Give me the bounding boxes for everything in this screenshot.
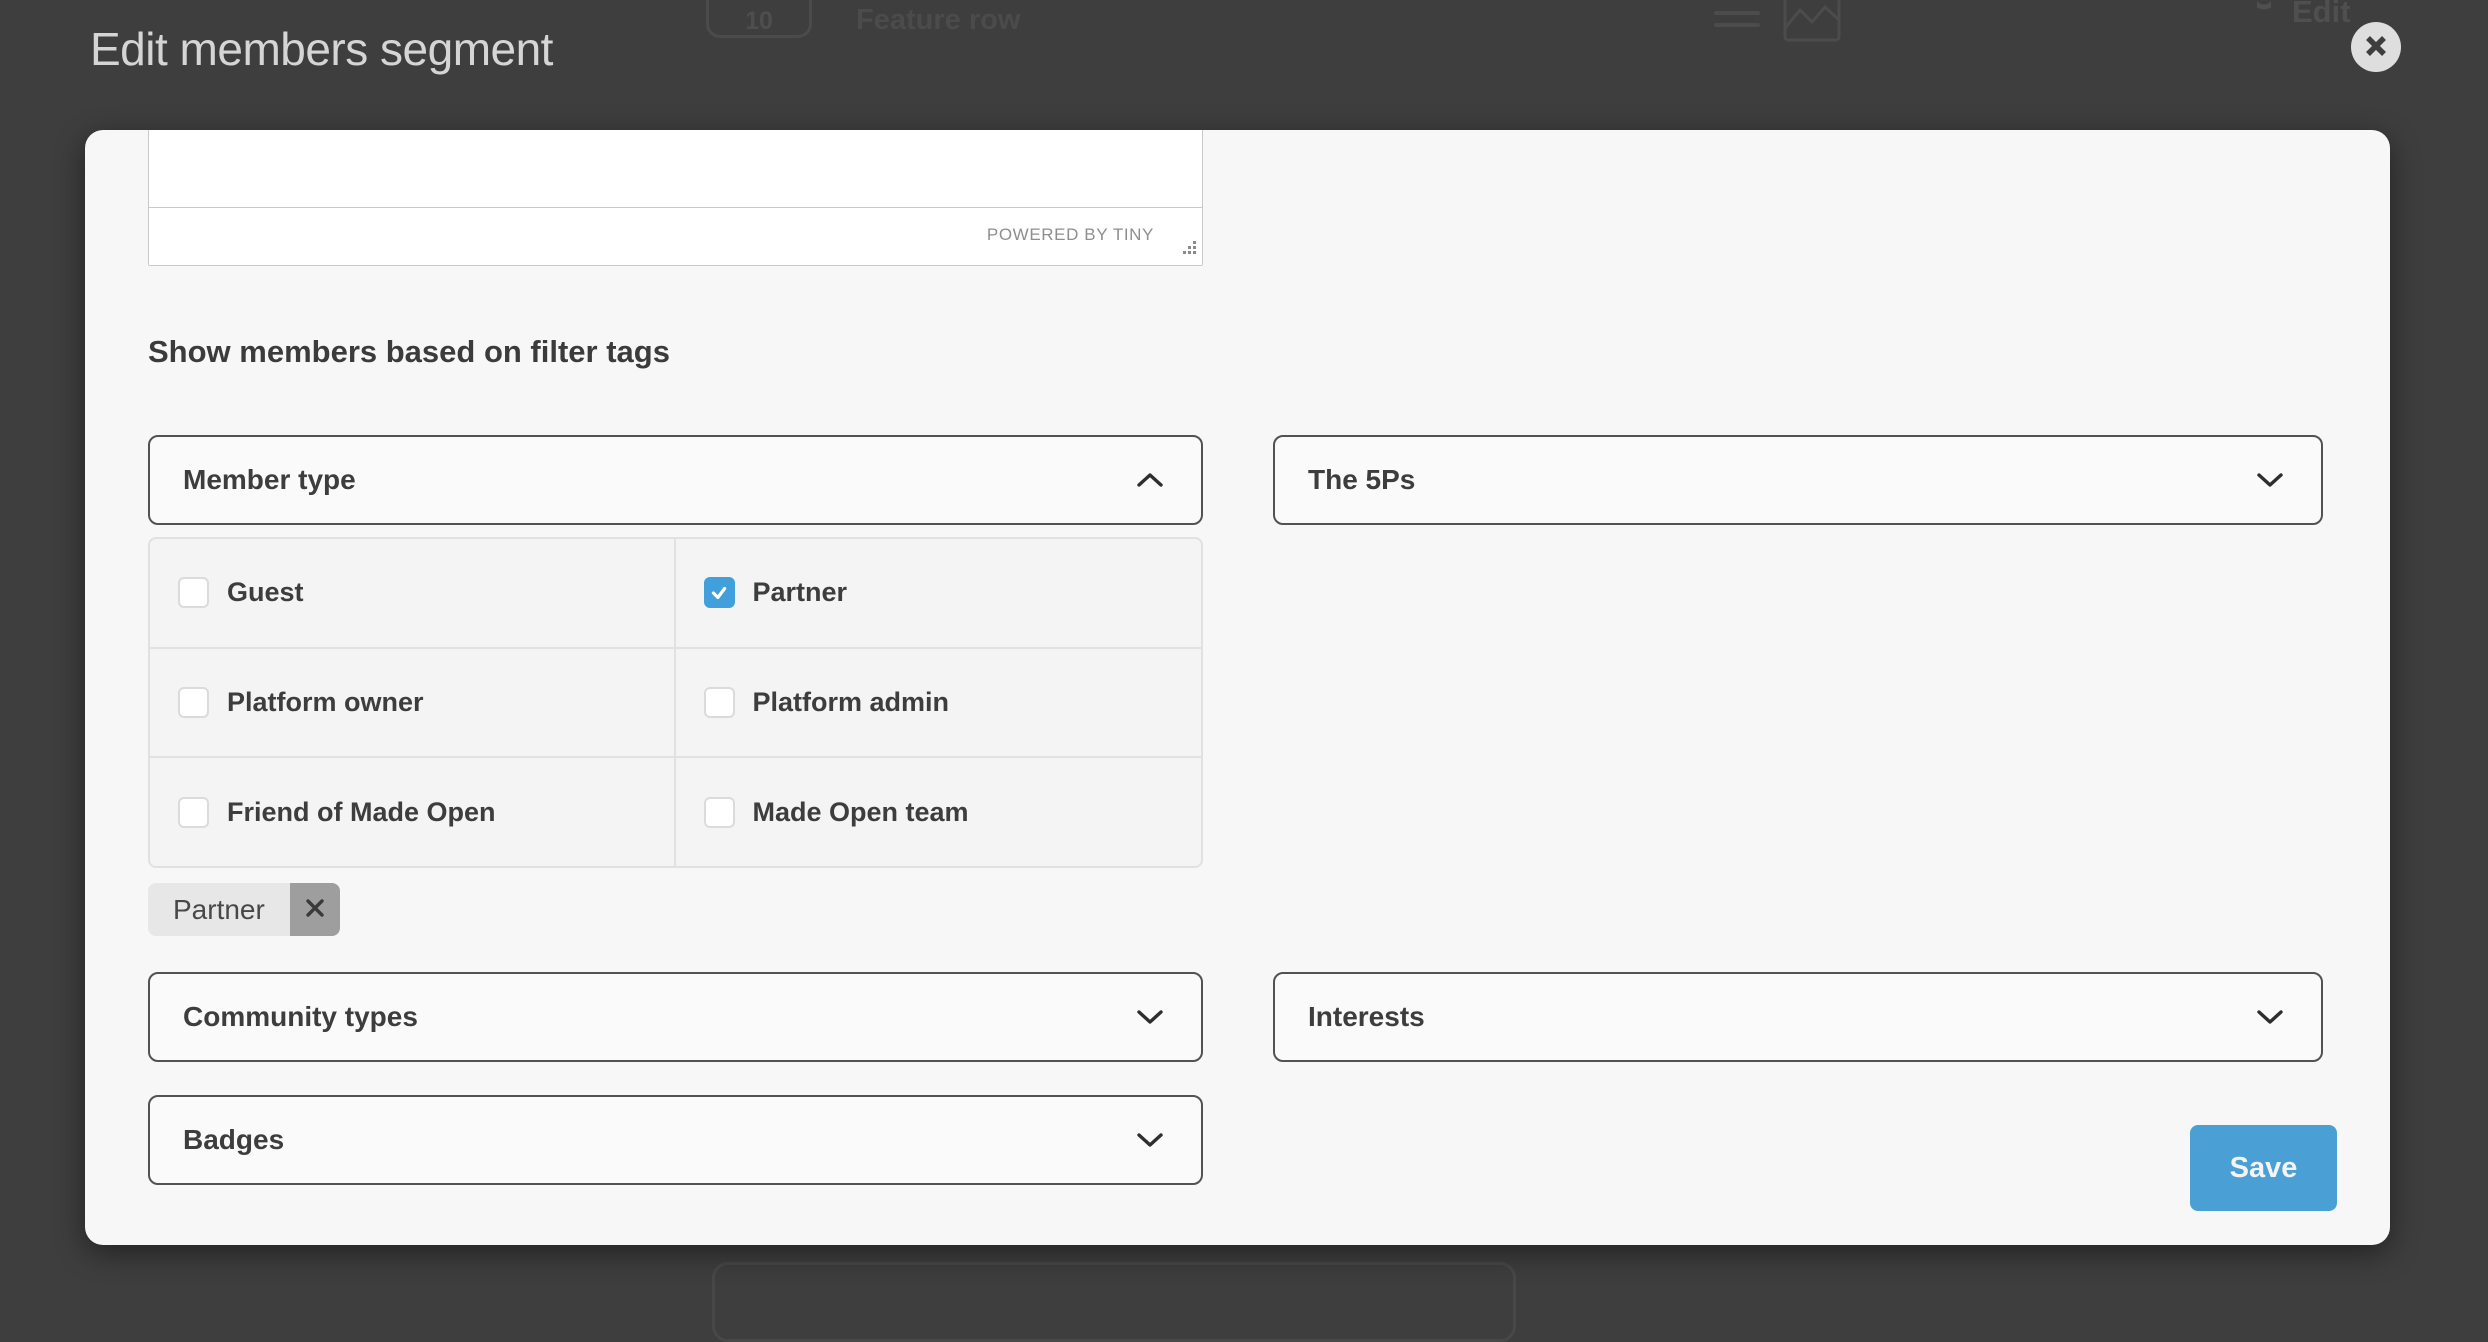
option-row: Guest Partner xyxy=(150,539,1201,649)
close-icon xyxy=(304,897,326,922)
editor-content-area[interactable] xyxy=(149,130,1202,208)
chevron-up-icon xyxy=(1135,471,1165,489)
background-edit-label: Edit xyxy=(2246,0,2351,30)
filter-section-heading: Show members based on filter tags xyxy=(148,334,670,370)
checkbox-platform-admin[interactable] xyxy=(704,687,735,718)
drag-handle-icon xyxy=(1714,11,1760,27)
remove-tag-button[interactable] xyxy=(290,883,340,936)
option-friend-of-made-open: Friend of Made Open xyxy=(150,758,676,866)
chevron-down-icon xyxy=(2255,1008,2285,1026)
checkbox-label: Made Open team xyxy=(753,797,969,828)
checkbox-platform-owner[interactable] xyxy=(178,687,209,718)
option-made-open-team: Made Open team xyxy=(676,758,1202,866)
dropdown-label: Badges xyxy=(150,1124,284,1156)
chevron-down-icon xyxy=(2255,471,2285,489)
close-icon xyxy=(2363,33,2389,62)
member-type-options-grid: Guest Partner Platform owner Platform xyxy=(148,537,1203,868)
save-button[interactable]: Save xyxy=(2190,1125,2337,1211)
checkbox-label: Platform owner xyxy=(227,687,424,718)
image-placeholder-icon xyxy=(1783,0,1841,47)
dropdown-label: Member type xyxy=(150,464,356,496)
filter-dropdown-the-5ps[interactable]: The 5Ps xyxy=(1273,435,2323,525)
background-content-block xyxy=(712,1262,1516,1342)
checkbox-guest[interactable] xyxy=(178,577,209,608)
chevron-down-icon xyxy=(1135,1131,1165,1149)
dropdown-label: Community types xyxy=(150,1001,418,1033)
filter-dropdown-badges[interactable]: Badges xyxy=(148,1095,1203,1185)
checkbox-friend-of-made-open[interactable] xyxy=(178,797,209,828)
dropdown-label: The 5Ps xyxy=(1275,464,1415,496)
option-partner: Partner xyxy=(676,539,1202,647)
edit-members-segment-modal: POWERED BY TINY Show members based on fi… xyxy=(85,130,2390,1245)
modal-close-button[interactable] xyxy=(2351,22,2401,72)
option-platform-admin: Platform admin xyxy=(676,649,1202,757)
background-numbered-block: 10 xyxy=(706,0,812,38)
checkbox-label: Partner xyxy=(753,577,848,608)
modal-title: Edit members segment xyxy=(90,22,553,76)
filter-dropdown-interests[interactable]: Interests xyxy=(1273,972,2323,1062)
background-feature-row-label: Feature row xyxy=(856,4,1020,37)
checkbox-label: Friend of Made Open xyxy=(227,797,496,828)
checkbox-label: Platform admin xyxy=(753,687,950,718)
editor-resize-handle[interactable] xyxy=(1182,240,1197,260)
selected-tag-partner: Partner xyxy=(148,883,340,936)
edit-pencil-icon xyxy=(2246,0,2282,30)
checkbox-label: Guest xyxy=(227,577,304,608)
checkbox-partner[interactable] xyxy=(704,577,735,608)
chevron-down-icon xyxy=(1135,1008,1165,1026)
option-row: Platform owner Platform admin xyxy=(150,649,1201,759)
editor-status-bar: POWERED BY TINY xyxy=(149,208,1202,265)
tag-label: Partner xyxy=(148,883,290,936)
option-platform-owner: Platform owner xyxy=(150,649,676,757)
option-row: Friend of Made Open Made Open team xyxy=(150,758,1201,866)
rich-text-editor: POWERED BY TINY xyxy=(148,130,1203,266)
filter-dropdown-community-types[interactable]: Community types xyxy=(148,972,1203,1062)
checkbox-made-open-team[interactable] xyxy=(704,797,735,828)
powered-by-tiny-link[interactable]: POWERED BY TINY xyxy=(987,208,1154,262)
filter-dropdown-member-type[interactable]: Member type xyxy=(148,435,1203,525)
option-guest: Guest xyxy=(150,539,676,647)
dropdown-label: Interests xyxy=(1275,1001,1425,1033)
